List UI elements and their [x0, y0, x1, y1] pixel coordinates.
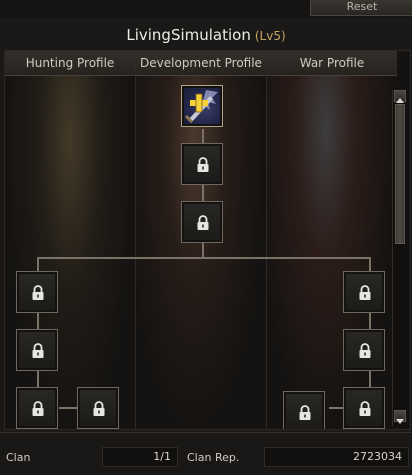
- reset-button[interactable]: Reset: [310, 0, 412, 16]
- scroll-thumb[interactable]: [395, 104, 405, 244]
- padlock-icon: [93, 401, 105, 416]
- skill-node-locked[interactable]: [343, 387, 385, 429]
- padlock-icon: [32, 343, 44, 358]
- skill-node-locked[interactable]: [181, 201, 223, 243]
- title-name: LivingSimulation: [126, 26, 251, 44]
- padlock-icon: [197, 157, 209, 172]
- scroll-up-button[interactable]: [394, 90, 406, 103]
- skill-node-locked[interactable]: [181, 143, 223, 185]
- clan-rep-value: 2723034: [264, 447, 409, 467]
- skill-node-locked[interactable]: [283, 391, 325, 429]
- skill-node-locked[interactable]: [343, 271, 385, 313]
- skill-node-locked[interactable]: [343, 329, 385, 371]
- skill-node-locked[interactable]: [16, 271, 58, 313]
- page-title: LivingSimulation (Lv5): [0, 26, 412, 48]
- skill-node-locked[interactable]: [16, 329, 58, 371]
- footer-bar: Clan 1/1 Clan Rep. 2723034: [0, 432, 412, 475]
- locked-nodes-layer: [5, 51, 410, 429]
- padlock-icon: [197, 215, 209, 230]
- vertical-scrollbar[interactable]: [392, 90, 407, 426]
- arrow-down-icon: [396, 419, 404, 424]
- clan-label: Clan: [6, 451, 31, 464]
- clan-rep-label: Clan Rep.: [187, 451, 240, 464]
- padlock-icon: [359, 401, 371, 416]
- padlock-icon: [359, 285, 371, 300]
- skill-node-locked[interactable]: [16, 387, 58, 429]
- padlock-icon: [32, 285, 44, 300]
- padlock-icon: [299, 405, 311, 420]
- scroll-down-button[interactable]: [394, 410, 406, 424]
- padlock-icon: [32, 401, 44, 416]
- title-level: (Lv5): [254, 29, 286, 43]
- clan-value: 1/1: [102, 447, 178, 467]
- skill-node-locked[interactable]: [77, 387, 119, 429]
- padlock-icon: [359, 343, 371, 358]
